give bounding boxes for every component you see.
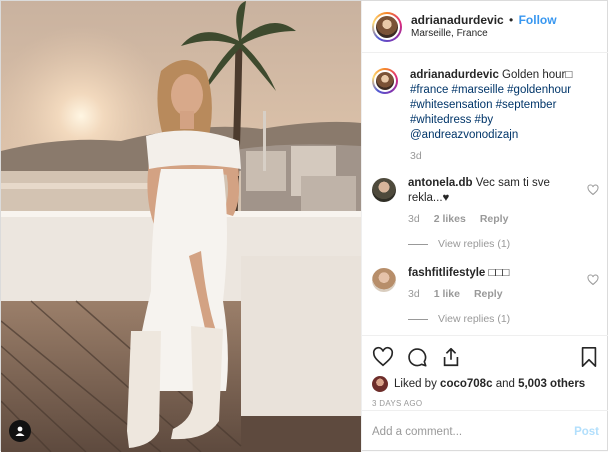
post-photo[interactable] — [1, 1, 361, 452]
follow-button[interactable]: Follow — [519, 13, 557, 27]
view-replies-button[interactable]: View replies (1) — [408, 237, 587, 252]
tagged-users-icon[interactable] — [9, 420, 31, 442]
caption-age[interactable]: 3d — [410, 149, 422, 164]
comment-item: antonela.db Vec sam ti sve rekla...♥ 3d … — [372, 176, 599, 252]
photo-illustration — [1, 1, 361, 452]
view-replies-label: View replies (1) — [438, 238, 511, 250]
post-location[interactable]: Marseille, France — [411, 27, 557, 41]
post-actions: Liked by coco708c and 5,003 others 3 DAY… — [362, 335, 608, 408]
comment-age[interactable]: 3d — [408, 212, 420, 227]
instagram-post: adrianadurdevic • Follow Marseille, Fran… — [0, 0, 608, 452]
reply-button[interactable]: Reply — [474, 287, 503, 302]
liked-by-user[interactable]: coco708c — [440, 378, 492, 390]
liked-by: Liked by coco708c and 5,003 others — [372, 376, 599, 392]
replies-divider — [408, 244, 428, 245]
post-header: adrianadurdevic • Follow Marseille, Fran… — [362, 1, 608, 53]
caption-symbol: □ — [565, 69, 573, 81]
caption-hashtags[interactable]: #france #marseille #goldenhour #whitesen… — [410, 84, 571, 126]
person-glyph — [15, 426, 25, 436]
liked-by-and: and — [495, 378, 515, 390]
comments-list[interactable]: adrianadurdevic Golden hour□ #france #ma… — [362, 54, 608, 334]
replies-divider — [408, 319, 428, 320]
commenter-avatar[interactable] — [372, 268, 396, 292]
caption: adrianadurdevic Golden hour□ #france #ma… — [372, 68, 599, 164]
bookmark-icon[interactable] — [579, 346, 599, 368]
liker-avatar[interactable] — [372, 376, 388, 392]
comment-meta: 3d 2 likes Reply — [408, 212, 587, 227]
comment-likes[interactable]: 2 likes — [434, 212, 466, 227]
caption-username[interactable]: adrianadurdevic — [410, 69, 499, 81]
author-avatar[interactable] — [372, 11, 402, 42]
comment-like-heart-icon[interactable] — [587, 184, 599, 196]
post-date[interactable]: 3 DAYS AGO — [372, 399, 599, 408]
add-comment-bar: Post — [362, 410, 608, 452]
caption-meta: 3d — [410, 149, 599, 164]
comment-like-heart-icon[interactable] — [587, 274, 599, 286]
comment-text: □□□ — [488, 267, 510, 279]
comment-item: fashfitlifestyle □□□ 3d 1 like Reply Vie… — [372, 266, 599, 327]
comment-username[interactable]: antonela.db — [408, 177, 473, 189]
action-icons — [372, 344, 599, 370]
post-comment-button[interactable]: Post — [574, 426, 599, 438]
share-icon[interactable] — [440, 346, 462, 368]
add-comment-input[interactable] — [372, 425, 575, 438]
liked-by-prefix: Liked by — [394, 378, 437, 390]
comment-age[interactable]: 3d — [408, 287, 420, 302]
comment-icon[interactable] — [406, 346, 428, 368]
caption-mention[interactable]: @andreazvonodizajn — [410, 129, 518, 141]
heart-icon[interactable] — [372, 346, 394, 368]
caption-text: Golden hour — [502, 69, 566, 81]
view-replies-button[interactable]: View replies (1) — [408, 312, 587, 327]
comment-likes[interactable]: 1 like — [434, 287, 460, 302]
comment-username[interactable]: fashfitlifestyle — [408, 267, 485, 279]
liked-by-count[interactable]: 5,003 others — [518, 378, 585, 390]
commenter-avatar[interactable] — [372, 178, 396, 202]
view-replies-label: View replies (1) — [438, 313, 511, 325]
post-side-panel: adrianadurdevic • Follow Marseille, Fran… — [361, 1, 608, 452]
author-username[interactable]: adrianadurdevic — [411, 13, 504, 27]
reply-button[interactable]: Reply — [480, 212, 509, 227]
caption-author-avatar[interactable] — [372, 68, 398, 94]
comment-meta: 3d 1 like Reply — [408, 287, 587, 302]
header-separator: • — [509, 12, 514, 27]
